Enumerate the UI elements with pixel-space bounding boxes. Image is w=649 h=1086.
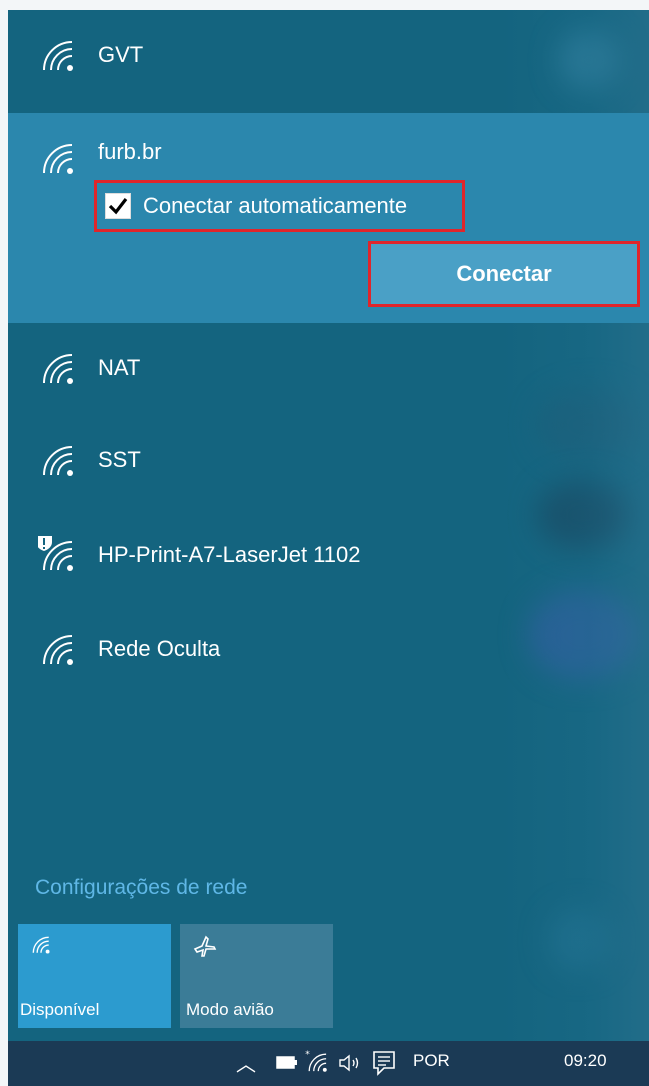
checkbox[interactable] <box>105 193 131 219</box>
taskbar: ︿ * POR 09:20 <box>8 1041 649 1086</box>
autoconnect-checkbox[interactable]: Conectar automaticamente <box>94 180 465 232</box>
wifi-icon <box>43 41 73 71</box>
checkmark-icon <box>108 198 128 215</box>
wifi-icon[interactable]: * <box>304 1049 330 1075</box>
network-name: NAT <box>98 355 141 380</box>
network-settings-link[interactable]: Configurações de rede <box>35 876 247 900</box>
airplane-icon <box>193 935 217 957</box>
chevron-up-icon[interactable]: ︿ <box>236 1048 256 1077</box>
action-center-icon[interactable] <box>372 1050 396 1076</box>
network-name: Rede Oculta <box>98 636 221 661</box>
wifi-icon <box>43 635 73 665</box>
wifi-secured-icon <box>38 536 73 571</box>
svg-text:*: * <box>305 1050 310 1060</box>
language-indicator[interactable]: POR <box>413 1051 450 1071</box>
autoconnect-label: Conectar automaticamente <box>143 193 408 218</box>
network-item-hp-print[interactable]: HP-Print-A7-LaserJet 1102 <box>8 510 649 602</box>
wifi-icon <box>32 936 50 954</box>
wifi-toggle-tile[interactable]: Disponível <box>18 924 171 1028</box>
network-item-furb[interactable]: furb.br Conectar automaticamente Conecta… <box>8 113 649 323</box>
network-item-nat[interactable]: NAT <box>8 323 649 415</box>
network-flyout: GVT furb.br Conectar automaticamente Con… <box>8 10 649 1041</box>
connect-button[interactable]: Conectar <box>368 241 640 307</box>
volume-icon[interactable] <box>338 1053 364 1073</box>
network-item-sst[interactable]: SST <box>8 415 649 507</box>
wifi-icon <box>43 446 73 476</box>
tile-label: Disponível <box>20 1000 100 1019</box>
network-item-rede-oculta[interactable]: Rede Oculta <box>8 604 649 696</box>
network-item-gvt[interactable]: GVT <box>8 10 649 102</box>
network-name: GVT <box>98 42 144 67</box>
tile-label: Modo avião <box>186 1000 274 1019</box>
clock[interactable]: 09:20 <box>564 1051 607 1071</box>
network-name: SST <box>98 447 141 472</box>
network-name: furb.br <box>98 139 162 164</box>
battery-icon[interactable] <box>276 1055 298 1071</box>
wifi-icon <box>43 144 73 174</box>
airplane-mode-tile[interactable]: Modo avião <box>180 924 333 1028</box>
wifi-icon <box>43 354 73 384</box>
network-name: HP-Print-A7-LaserJet 1102 <box>98 542 361 567</box>
